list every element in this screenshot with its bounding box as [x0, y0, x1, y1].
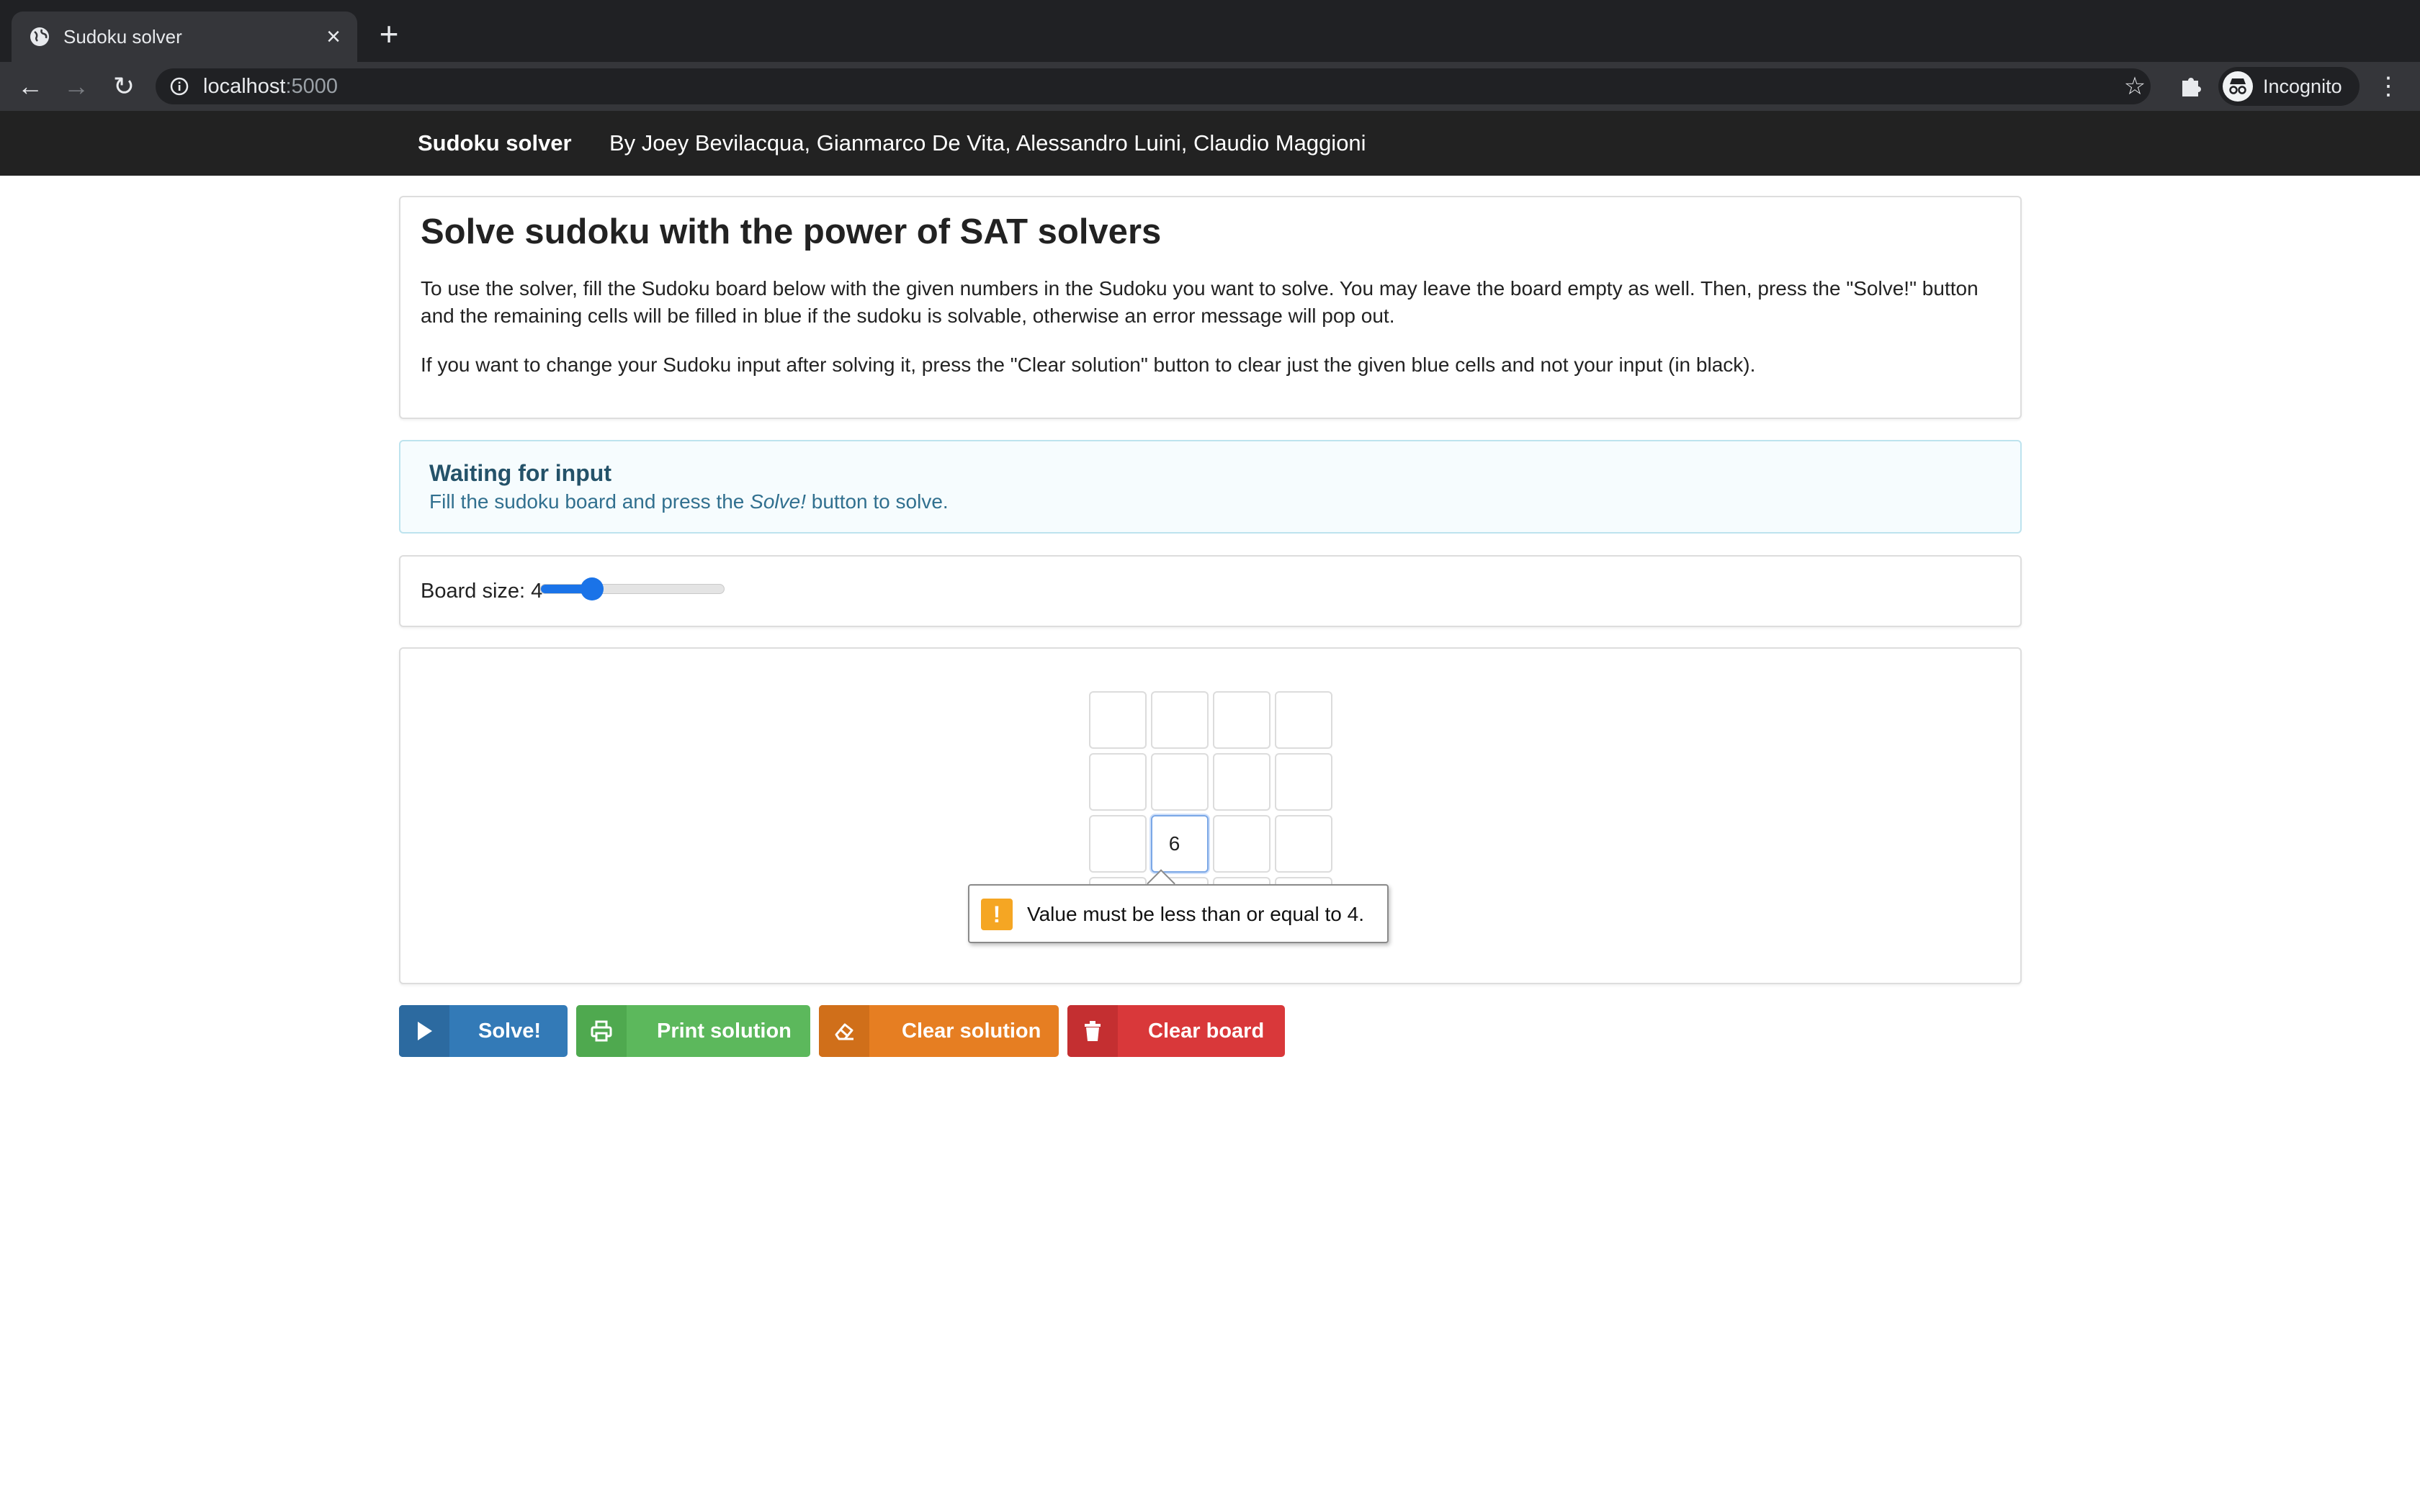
forward-arrow-icon[interactable]: →: [58, 68, 95, 105]
browser-toolbar: ← → ↻ localhost:5000 ☆ Incognito ⋮: [0, 62, 2420, 111]
sudoku-cell[interactable]: [1151, 753, 1209, 811]
validation-message: Value must be less than or equal to 4.: [1027, 903, 1364, 925]
globe-icon: [29, 26, 50, 48]
intro-paragraph-1: To use the solver, fill the Sudoku board…: [421, 277, 1978, 327]
clear-solution-button[interactable]: Clear solution: [819, 1005, 1059, 1057]
navbar-authors: By Joey Bevilacqua, Gianmarco De Vita, A…: [609, 130, 1366, 156]
reload-icon[interactable]: ↻: [105, 68, 143, 105]
sudoku-cell[interactable]: [1275, 691, 1332, 749]
page-title: Solve sudoku with the power of SAT solve…: [421, 212, 1162, 251]
info-icon[interactable]: [170, 77, 189, 96]
incognito-label: Incognito: [2263, 76, 2342, 97]
sudoku-cell[interactable]: [1151, 815, 1209, 873]
sudoku-cell[interactable]: [1275, 753, 1332, 811]
status-text: Fill the sudoku board and press the Solv…: [429, 490, 949, 513]
extensions-puzzle-icon[interactable]: [2175, 71, 2207, 102]
sudoku-cell[interactable]: [1089, 753, 1147, 811]
sudoku-cell[interactable]: [1213, 815, 1270, 873]
intro-panel: Solve sudoku with the power of SAT solve…: [399, 196, 2022, 419]
clear-board-button[interactable]: Clear board: [1067, 1005, 1285, 1057]
incognito-icon: [2223, 71, 2253, 102]
solve-button-label: Solve!: [478, 1020, 542, 1043]
sudoku-cell[interactable]: [1275, 815, 1332, 873]
status-alert: Waiting for input Fill the sudoku board …: [399, 440, 2022, 534]
menu-kebab-icon[interactable]: ⋮: [2374, 68, 2403, 105]
print-solution-button[interactable]: Print solution: [576, 1005, 810, 1057]
incognito-profile-button[interactable]: Incognito: [2218, 67, 2360, 106]
board-size-panel: Board size: 4: [399, 555, 2022, 627]
clear-board-label: Clear board: [1148, 1020, 1265, 1043]
browser-tab[interactable]: Sudoku solver ×: [12, 12, 357, 62]
eraser-icon: [819, 1005, 869, 1057]
browser-tab-bar: Sudoku solver × +: [0, 0, 2420, 62]
printer-icon: [576, 1005, 627, 1057]
bookmark-star-icon[interactable]: ☆: [2120, 68, 2149, 105]
address-bar[interactable]: localhost:5000: [156, 68, 2151, 104]
intro-paragraph-2: If you want to change your Sudoku input …: [421, 354, 1756, 376]
new-tab-button[interactable]: +: [370, 16, 408, 53]
validation-tooltip: ! Value must be less than or equal to 4.: [968, 884, 1389, 943]
slider-thumb[interactable]: [580, 577, 604, 600]
solve-button[interactable]: Solve!: [399, 1005, 568, 1057]
warning-icon: !: [981, 899, 1013, 930]
close-icon[interactable]: ×: [320, 23, 347, 50]
play-icon: [399, 1005, 449, 1057]
clear-solution-label: Clear solution: [902, 1020, 1041, 1043]
url-text: localhost:5000: [203, 75, 339, 98]
navbar-brand[interactable]: Sudoku solver: [418, 111, 572, 176]
back-arrow-icon[interactable]: ←: [12, 68, 49, 105]
sudoku-cell[interactable]: [1213, 753, 1270, 811]
status-title: Waiting for input: [429, 460, 611, 486]
sudoku-cell[interactable]: [1213, 691, 1270, 749]
app-navbar: Sudoku solver By Joey Bevilacqua, Gianma…: [0, 111, 2420, 176]
board-size-slider[interactable]: [540, 584, 725, 594]
sudoku-cell[interactable]: [1089, 815, 1147, 873]
print-button-label: Print solution: [657, 1020, 792, 1043]
sudoku-cell[interactable]: [1151, 691, 1209, 749]
trash-icon: [1067, 1005, 1118, 1057]
sudoku-cell[interactable]: [1089, 691, 1147, 749]
tab-title: Sudoku solver: [63, 26, 182, 48]
board-size-label: Board size: 4: [421, 580, 543, 603]
